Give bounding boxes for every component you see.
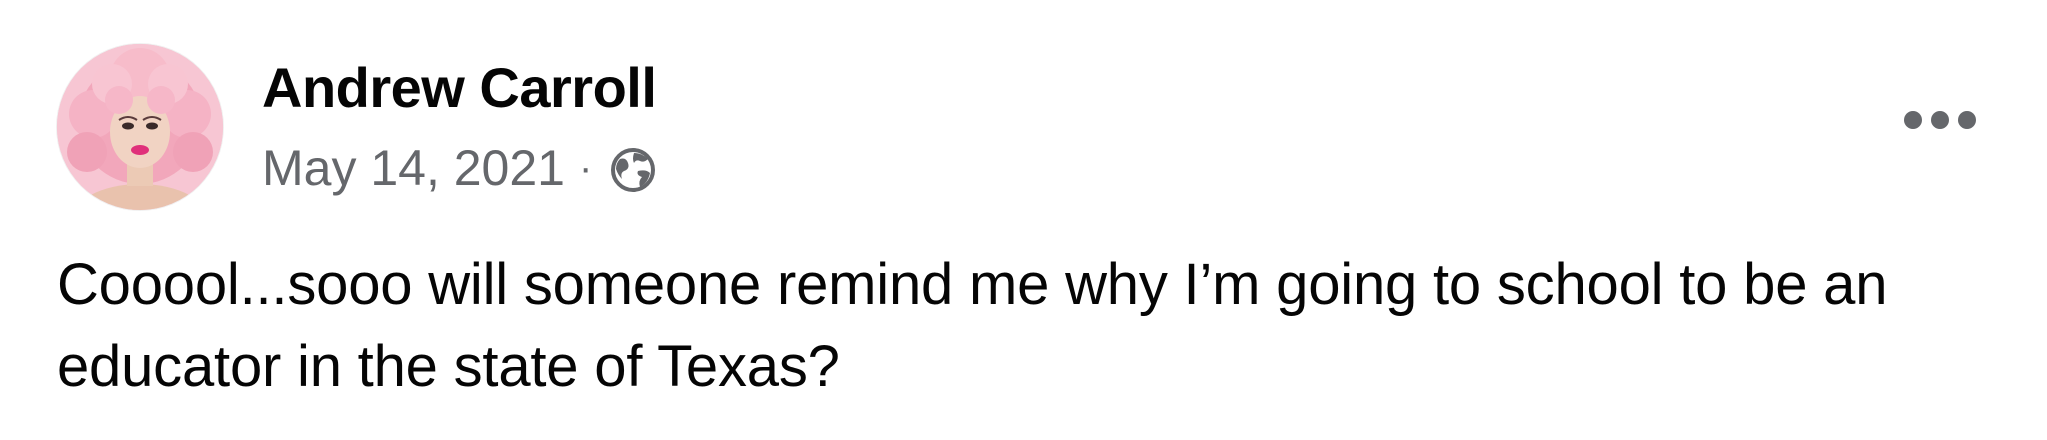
post-date[interactable]: May 14, 2021 [262,138,565,198]
post-card: Andrew Carroll May 14, 2021 · Cooool...s… [0,0,2047,440]
more-dot [1931,111,1949,129]
author-name[interactable]: Andrew Carroll [262,56,657,120]
more-options-button[interactable] [1904,98,1976,142]
avatar-image [57,44,223,210]
post-meta: May 14, 2021 · [262,138,658,198]
more-horizontal-icon [1904,111,1922,129]
post-text: Cooool...sooo will someone remind me why… [57,252,1888,399]
avatar[interactable] [57,44,223,210]
globe-icon[interactable] [608,145,658,195]
meta-separator: · [578,146,593,190]
more-dot [1958,111,1976,129]
